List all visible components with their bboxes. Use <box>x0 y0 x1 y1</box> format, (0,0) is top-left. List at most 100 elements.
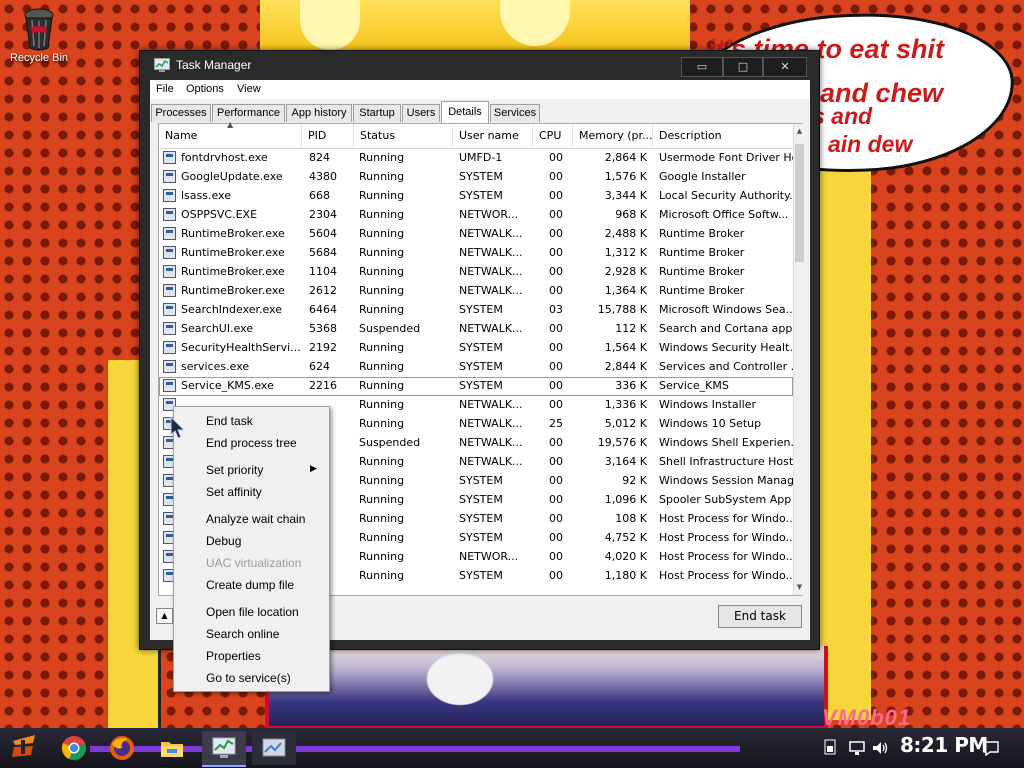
cell-cpu: 00 <box>549 569 563 582</box>
app-window-taskbar-button[interactable] <box>252 731 296 765</box>
cell-pid: 6464 <box>309 303 337 316</box>
volume-icon[interactable] <box>871 740 889 756</box>
scroll-down-icon[interactable]: ▼ <box>794 580 805 595</box>
end-task-button[interactable]: End task <box>718 605 802 628</box>
tab-app-history[interactable]: App history <box>286 104 352 122</box>
cell-cpu: 00 <box>549 360 563 373</box>
tab-processes[interactable]: Processes <box>151 104 211 122</box>
ctx-set-priority[interactable]: Set priority <box>206 463 263 477</box>
table-row[interactable]: RuntimeBroker.exe 2612 Running NETWALK... 00… <box>159 282 793 301</box>
maximize-button[interactable]: □ <box>723 57 763 77</box>
firefox-taskbar-button[interactable] <box>104 731 140 765</box>
network-icon[interactable] <box>848 740 866 756</box>
close-button[interactable]: ✕ <box>763 57 807 77</box>
cell-cpu: 00 <box>549 493 563 506</box>
scroll-up-icon[interactable]: ▲ <box>794 124 805 139</box>
cell-memory: 2,864 K <box>604 151 647 164</box>
cell-cpu: 00 <box>549 170 563 183</box>
maximize-icon: □ <box>737 60 749 73</box>
tray-battery-icon[interactable] <box>824 739 836 755</box>
ctx-properties[interactable]: Properties <box>206 649 261 663</box>
task-manager-taskbar-button[interactable] <box>202 731 246 767</box>
ctx-debug[interactable]: Debug <box>206 534 241 548</box>
table-row[interactable]: RuntimeBroker.exe 5604 Running NETWALK... 00… <box>159 225 793 244</box>
menu-view[interactable]: View <box>237 83 261 95</box>
ctx-set-affinity[interactable]: Set affinity <box>206 485 262 499</box>
cell-description: Windows Installer <box>659 398 757 411</box>
menu-file[interactable]: File <box>156 83 174 95</box>
ctx-end-process-tree[interactable]: End process tree <box>206 436 297 450</box>
cell-status: Running <box>359 531 405 544</box>
table-row[interactable]: Service_KMS.exe 2216 Running SYSTEM 00 336 K S… <box>159 377 793 396</box>
cell-memory: 3,344 K <box>604 189 647 202</box>
cell-status: Running <box>359 284 405 297</box>
table-row[interactable]: RuntimeBroker.exe 1104 Running NETWALK... 00… <box>159 263 793 282</box>
tab-users[interactable]: Users <box>402 104 440 122</box>
ctx-search-online[interactable]: Search online <box>206 627 279 641</box>
column-status[interactable]: Status <box>354 124 453 148</box>
taskbar-clock[interactable]: 8:21 PM <box>900 733 988 757</box>
menu-options[interactable]: Options <box>186 83 224 95</box>
cell-cpu: 00 <box>549 436 563 449</box>
title-bar[interactable]: Task Manager ▭ □ ✕ <box>140 51 819 81</box>
tab-services[interactable]: Services <box>490 104 540 122</box>
chrome-taskbar-button[interactable] <box>56 731 92 765</box>
file-explorer-icon <box>161 742 183 757</box>
ctx-go-to-services[interactable]: Go to service(s) <box>206 671 291 685</box>
column-memory[interactable]: Memory (pr... <box>573 124 653 148</box>
column-pid[interactable]: PID <box>302 124 354 148</box>
ctx-analyze-wait-chain[interactable]: Analyze wait chain <box>206 512 305 526</box>
ctx-open-file-location[interactable]: Open file location <box>206 605 299 619</box>
start-button[interactable] <box>6 731 42 765</box>
table-row[interactable]: fontdrvhost.exe 824 Running UMFD-1 00 2,864 K… <box>159 149 799 168</box>
cell-name: SecurityHealthServi... <box>181 341 301 354</box>
table-row[interactable]: SecurityHealthServi... 2192 Running SYSTEM 0… <box>159 339 799 358</box>
cell-pid: 2304 <box>309 208 337 221</box>
cell-memory: 1,576 K <box>604 170 647 183</box>
column-user-name[interactable]: User name <box>453 124 533 148</box>
minimize-button[interactable]: ▭ <box>681 57 723 77</box>
cell-status: Running <box>359 379 405 392</box>
table-row[interactable]: SearchIndexer.exe 6464 Running SYSTEM 03 15,7… <box>159 301 796 320</box>
table-row[interactable]: GoogleUpdate.exe 4380 Running SYSTEM 00 1,576… <box>159 168 793 187</box>
cell-memory: 968 K <box>615 208 647 221</box>
column-name[interactable]: Name <box>159 124 302 148</box>
cell-user: NETWALK... <box>459 322 523 335</box>
cell-status: Running <box>359 341 405 354</box>
cell-memory: 92 K <box>622 474 647 487</box>
ctx-end-task[interactable]: End task <box>206 414 253 428</box>
table-row[interactable]: lsass.exe 668 Running SYSTEM 00 3,344 K Local … <box>159 187 799 206</box>
table-row[interactable]: services.exe 624 Running SYSTEM 00 2,844 K Ser… <box>159 358 799 377</box>
column-description[interactable]: Description <box>653 124 793 148</box>
cell-user: NETWALK... <box>459 455 523 468</box>
cell-description: Windows 10 Setup <box>659 417 762 430</box>
fewer-details-button[interactable]: ▲ <box>156 608 173 624</box>
cell-description: Usermode Font Driver Host <box>659 151 799 164</box>
cell-status: Running <box>359 493 405 506</box>
cell-memory: 2,844 K <box>604 360 647 373</box>
column-cpu[interactable]: CPU <box>533 124 573 148</box>
cell-status: Running <box>359 208 405 221</box>
cell-name: SearchUI.exe <box>181 322 254 335</box>
cell-pid: 2192 <box>309 341 337 354</box>
cell-cpu: 00 <box>549 474 563 487</box>
process-icon <box>163 189 176 202</box>
tab-startup[interactable]: Startup <box>353 104 401 122</box>
file-explorer-taskbar-button[interactable] <box>154 731 190 765</box>
menu-bar: File Options View <box>150 80 810 99</box>
cell-cpu: 00 <box>549 398 563 411</box>
cell-memory: 1,336 K <box>604 398 647 411</box>
table-row[interactable]: SearchUI.exe 5368 Suspended NETWALK... 00 112… <box>159 320 799 339</box>
recycle-bin-shortcut[interactable]: Recycle Bin <box>6 6 72 64</box>
vertical-scrollbar[interactable]: ▲ ▼ <box>793 124 805 595</box>
tab-details[interactable]: Details <box>441 101 489 123</box>
ctx-create-dump-file[interactable]: Create dump file <box>206 578 294 592</box>
scroll-thumb[interactable] <box>795 144 804 262</box>
table-row[interactable]: OSPPSVC.EXE 2304 Running NETWOR... 00 968 K Mi… <box>159 206 793 225</box>
table-row[interactable]: RuntimeBroker.exe 5684 Running NETWALK... 00… <box>159 244 793 263</box>
cell-name: OSPPSVC.EXE <box>181 208 258 221</box>
tab-performance[interactable]: Performance <box>212 104 285 122</box>
cell-pid: 1104 <box>309 265 337 278</box>
context-menu: End task End process tree Set priority ▶… <box>173 406 330 692</box>
action-center-icon[interactable] <box>982 740 1000 756</box>
